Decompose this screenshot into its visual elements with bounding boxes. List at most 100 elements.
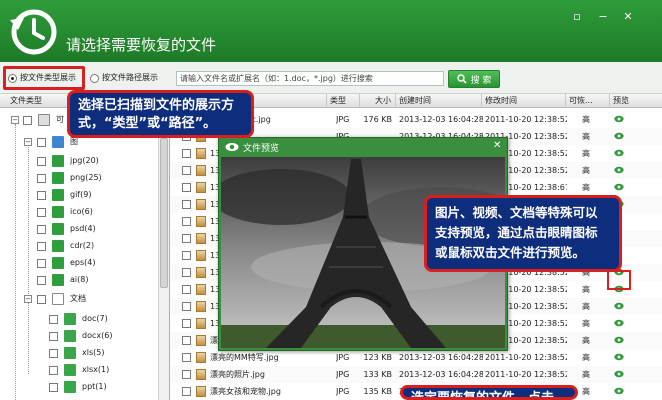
table-row[interactable]: 漂亮的照片.jpg JPG 133 KB 2013-12-03 16:04:28 201… bbox=[170, 366, 662, 383]
document-file-icon bbox=[64, 313, 76, 325]
image-file-icon bbox=[196, 250, 206, 261]
tree-checkbox[interactable] bbox=[49, 383, 58, 392]
image-file-icon bbox=[52, 240, 64, 252]
search-input[interactable]: 请输入文件名或扩展名（如：1.doc，*.jpg）进行搜索 bbox=[176, 71, 444, 86]
tree-checkbox[interactable] bbox=[37, 138, 46, 147]
row-checkbox[interactable] bbox=[182, 268, 191, 277]
preview-eye-icon[interactable] bbox=[614, 115, 624, 123]
row-checkbox[interactable] bbox=[182, 183, 191, 192]
row-checkbox[interactable] bbox=[182, 353, 191, 362]
preview-eye-icon[interactable] bbox=[614, 319, 624, 327]
tree-item-ai[interactable]: ai(8) bbox=[0, 272, 158, 288]
tree-item-xlsx[interactable]: xlsx(1) bbox=[0, 362, 158, 378]
row-checkbox[interactable] bbox=[182, 302, 191, 311]
collapse-toggle[interactable]: − bbox=[11, 116, 19, 124]
tree-checkbox[interactable] bbox=[37, 174, 46, 183]
tree-item-docx[interactable]: docx(6) bbox=[0, 328, 158, 344]
image-file-icon bbox=[196, 216, 206, 227]
tree-checkbox[interactable] bbox=[37, 191, 46, 200]
column-recoverability[interactable]: 可恢... bbox=[566, 94, 610, 108]
image-file-icon bbox=[196, 233, 206, 244]
tree-item-psd[interactable]: psd(4) bbox=[0, 221, 158, 237]
radio-by-type[interactable]: 按文件类型展示 bbox=[8, 71, 76, 85]
tree-item-gif[interactable]: gif(9) bbox=[0, 187, 158, 203]
tree-item-label: eps(4) bbox=[70, 258, 96, 267]
cell-recover: 高 bbox=[582, 115, 590, 124]
tree-checkbox[interactable] bbox=[37, 276, 46, 285]
row-checkbox[interactable] bbox=[182, 217, 191, 226]
row-checkbox[interactable] bbox=[182, 200, 191, 209]
close-button[interactable]: ✕ bbox=[621, 10, 635, 24]
preview-eye-icon[interactable] bbox=[614, 132, 624, 140]
preview-eye-icon[interactable] bbox=[614, 183, 624, 191]
collapse-toggle[interactable]: − bbox=[24, 295, 32, 303]
image-file-icon bbox=[196, 386, 206, 397]
preview-eye-icon[interactable] bbox=[614, 387, 624, 395]
cell-size: 123 KB bbox=[363, 353, 392, 362]
tree-checkbox[interactable] bbox=[37, 225, 46, 234]
column-type[interactable]: 类型 bbox=[327, 94, 360, 108]
preview-eye-icon[interactable] bbox=[614, 336, 624, 344]
tree-checkbox[interactable] bbox=[49, 332, 58, 341]
tree-item-label: png(25) bbox=[70, 173, 102, 182]
tree-checkbox[interactable] bbox=[37, 259, 46, 268]
tree-checkbox[interactable] bbox=[37, 157, 46, 166]
column-created[interactable]: 创建时间 bbox=[396, 94, 482, 108]
tree-checkbox[interactable] bbox=[49, 349, 58, 358]
tree-item-doc[interactable]: doc(7) bbox=[0, 311, 158, 327]
tree-checkbox[interactable] bbox=[37, 208, 46, 217]
cell-created: 2013-12-03 16:04:28 bbox=[399, 370, 483, 379]
tree-scrollbar[interactable] bbox=[158, 108, 169, 400]
row-checkbox[interactable] bbox=[182, 285, 191, 294]
preview-eye-icon[interactable] bbox=[614, 149, 624, 157]
preview-eye-icon[interactable] bbox=[614, 353, 624, 361]
tree-checkbox[interactable] bbox=[49, 315, 58, 324]
cell-recover: 高 bbox=[582, 166, 590, 175]
column-modified[interactable]: 修改时间 bbox=[482, 94, 566, 108]
row-checkbox[interactable] bbox=[182, 319, 191, 328]
row-checkbox[interactable] bbox=[182, 234, 191, 243]
tree-checkbox[interactable] bbox=[23, 116, 32, 125]
cell-modified: 2011-10-20 12:38:52 bbox=[485, 115, 567, 124]
tree-item-cdr[interactable]: cdr(2) bbox=[0, 238, 158, 254]
tree-item-jpg[interactable]: jpg(20) bbox=[0, 153, 158, 169]
collapse-toggle[interactable]: − bbox=[24, 138, 32, 146]
column-preview[interactable]: 预览 bbox=[610, 94, 662, 108]
row-checkbox[interactable] bbox=[182, 166, 191, 175]
cell-recover: 高 bbox=[582, 285, 590, 294]
row-checkbox[interactable] bbox=[182, 251, 191, 260]
cell-recover: 高 bbox=[582, 302, 590, 311]
tree-checkbox[interactable] bbox=[37, 242, 46, 251]
row-checkbox[interactable] bbox=[182, 370, 191, 379]
cell-created: 2013-12-03 16:04:28 bbox=[399, 115, 483, 124]
column-size[interactable]: 大小 bbox=[360, 94, 396, 108]
callout-line: 或鼠标双击文件进行预览。 bbox=[435, 245, 586, 260]
tree-item-label: xls(5) bbox=[82, 348, 105, 357]
preview-eye-icon[interactable] bbox=[614, 166, 624, 174]
row-checkbox[interactable] bbox=[182, 149, 191, 158]
scrollbar-thumb[interactable] bbox=[160, 138, 168, 288]
row-checkbox[interactable] bbox=[182, 336, 191, 345]
image-file-icon bbox=[52, 274, 64, 286]
tree-item-png[interactable]: png(25) bbox=[0, 170, 158, 186]
tree-checkbox[interactable] bbox=[49, 366, 58, 375]
tree-checkbox[interactable] bbox=[37, 295, 46, 304]
restore-button[interactable]: ▫ bbox=[570, 10, 584, 24]
preview-eye-icon[interactable] bbox=[614, 370, 624, 378]
preview-close-button[interactable]: ✕ bbox=[493, 140, 501, 151]
tree-item-eps[interactable]: eps(4) bbox=[0, 255, 158, 271]
callout-view-mode: 选择已扫描到文件的展示方 式，“类型”或“路径”。 bbox=[67, 90, 254, 138]
tree-item-xls[interactable]: xls(5) bbox=[0, 345, 158, 361]
preview-eye-icon[interactable] bbox=[614, 302, 624, 310]
row-checkbox[interactable] bbox=[182, 387, 191, 396]
tree-item-ppt[interactable]: ppt(1) bbox=[0, 379, 158, 395]
search-button[interactable]: 搜 索 bbox=[448, 70, 500, 88]
cell-recover: 高 bbox=[582, 149, 590, 158]
radio-by-path[interactable]: 按文件路径展示 bbox=[90, 71, 158, 85]
tree-item-ico[interactable]: ico(6) bbox=[0, 204, 158, 220]
tree-item-label: docx(6) bbox=[82, 331, 113, 340]
table-row[interactable]: 漂亮的MM特写.jpg JPG 123 KB 2013-12-03 16:04:28 2… bbox=[170, 349, 662, 366]
tree-group-docs[interactable]: − 文档 bbox=[0, 291, 158, 307]
restore-clock-icon bbox=[10, 9, 57, 55]
minimize-button[interactable]: − bbox=[596, 10, 610, 24]
